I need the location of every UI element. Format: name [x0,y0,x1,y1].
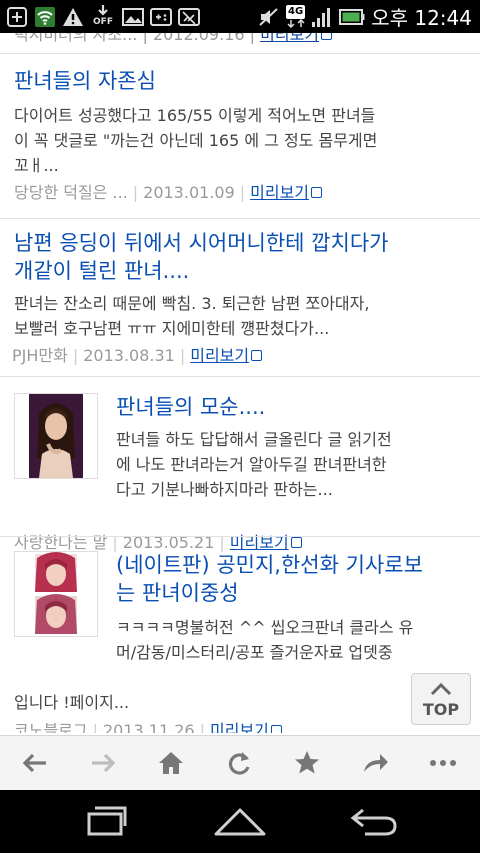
result-thumbnail[interactable] [14,393,98,479]
result-source[interactable]: PJH만화 [12,346,68,365]
chevron-up-icon [430,682,452,696]
divider [0,218,480,219]
add-icon [7,7,27,27]
status-bar: OFF 4G 오후 12:44 [0,0,480,33]
wifi-icon [35,7,55,27]
result-snippet-line: 보빨러 호구남편 ㅠㅠ 지에미한테 꺵판쳤다가... [14,319,330,338]
meta-separator: | [179,346,186,365]
nfc-off-icon: OFF [90,4,116,30]
forward-icon[interactable] [86,748,120,778]
result-title-line[interactable]: 남편 응딩이 뒤에서 시어머니한테 깝치다가 [14,229,470,257]
search-results-list: 덕지비러의 자조... | 2012.09.16 | 미리보기 판녀들의 자존심… [0,33,480,733]
result-date: 2013.11.26 [103,721,195,733]
partial-meta-text: 덕지비러의 자조... | 2012.09.16 | [14,33,256,44]
mute-icon [259,7,278,26]
battery-icon [339,8,365,25]
result-source[interactable]: 코노블로그 [14,721,88,733]
back-icon[interactable] [18,748,52,778]
gamepad-icon [150,8,172,26]
home-icon[interactable] [154,748,188,778]
result-snippet-line: 판녀는 잔소리 때문에 빡침. 3. 퇴근한 남편 쪼아대자, [14,294,370,313]
home-icon[interactable] [210,804,270,838]
share-icon[interactable] [358,748,392,778]
result-meta: 코노블로그 | 2013.11.26 | 미리보기 [14,720,282,733]
meta-separator: | [239,183,246,202]
result-date: 2013.08.31 [83,346,175,365]
result-title-line[interactable]: 개같이 털린 판녀.... [14,257,470,285]
meta-separator: | [92,721,98,733]
nfc-off-label: OFF [93,17,113,27]
partial-preview-link[interactable]: 미리보기 [260,33,319,44]
scroll-to-top-button[interactable]: TOP [411,673,471,725]
result-snippet-line: 머/감동/미스터리/공포 즐거운자료 업뎃중 [116,643,393,662]
result-meta: PJH만화 | 2013.08.31 | 미리보기 [12,345,470,367]
divider [0,536,480,537]
result-snippet-line: 다이어트 성공했다고 165/55 이렇게 적어노면 판녀들 [14,106,376,125]
result-snippet-line: 입니다 !페이지... [14,693,130,712]
recent-apps-icon[interactable] [77,804,137,838]
divider [0,53,480,54]
data-activity-icon [287,19,305,28]
meta-separator: | [72,346,79,365]
result-source[interactable]: 당당한 덕질은 ... [14,183,128,202]
external-link-icon [270,725,282,733]
bookmark-star-icon[interactable] [290,748,324,778]
external-link-icon [290,537,302,548]
image-icon [122,8,144,26]
clock-time: 오후 12:44 [371,6,472,30]
network-type-badge: 4G [286,5,306,28]
divider [0,376,480,377]
result-snippet-line: 판녀들 하도 답답해서 글올린다 글 읽기전 [116,430,392,449]
result-meta: 당당한 덕질은 ... | 2013.01.09 | 미리보기 [14,182,464,204]
thumbnail-image [29,394,83,478]
back-icon[interactable] [343,804,403,838]
more-icon[interactable] [426,748,460,778]
result-snippet-line: 꼬ㅐ... [14,156,59,175]
preview-link[interactable]: 미리보기 [250,183,309,202]
signal-off-icon [178,8,200,26]
meta-separator: | [199,721,205,733]
result-thumbnail[interactable] [14,551,98,637]
result-snippet-line: 다고 기분나빠하지마라 판하는... [116,480,333,499]
external-link-icon [251,350,263,361]
system-nav-bar [0,790,480,853]
result-snippet-line: ㅋㅋㅋㅋ명불허전 ^^ 씹오크판녀 클라스 유 [116,618,414,637]
partial-result-meta: 덕지비러의 자조... | 2012.09.16 | 미리보기 [14,33,474,44]
warning-icon [63,8,83,26]
thumbnail-image [15,552,97,636]
external-link-icon [321,33,333,40]
result-title-line[interactable]: 는 판녀이중성 [116,579,470,607]
result-snippet-line: 이 꼭 댓글로 "까는건 아닌데 165 에 그 정도 몸무게면 [14,131,378,150]
result-snippet-line: 에 나도 판녀라는거 알아두길 판녀판녀한 [116,455,387,474]
result-title[interactable]: 판녀들의 자존심 [14,67,464,95]
refresh-icon[interactable] [222,748,256,778]
external-link-icon [311,187,323,198]
result-date: 2013.01.09 [143,183,235,202]
scroll-to-top-label: TOP [422,700,460,719]
result-title-line[interactable]: (네이트판) 공민지,한선화 기사로보 [116,551,470,579]
meta-separator: | [132,183,139,202]
preview-link[interactable]: 미리보기 [190,346,249,365]
preview-link[interactable]: 미리보기 [210,721,269,733]
result-title[interactable]: 판녀들의 모순.... [116,393,470,421]
browser-toolbar [0,735,480,790]
network-type-label: 4G [286,5,306,19]
signal-strength-icon [312,7,331,27]
